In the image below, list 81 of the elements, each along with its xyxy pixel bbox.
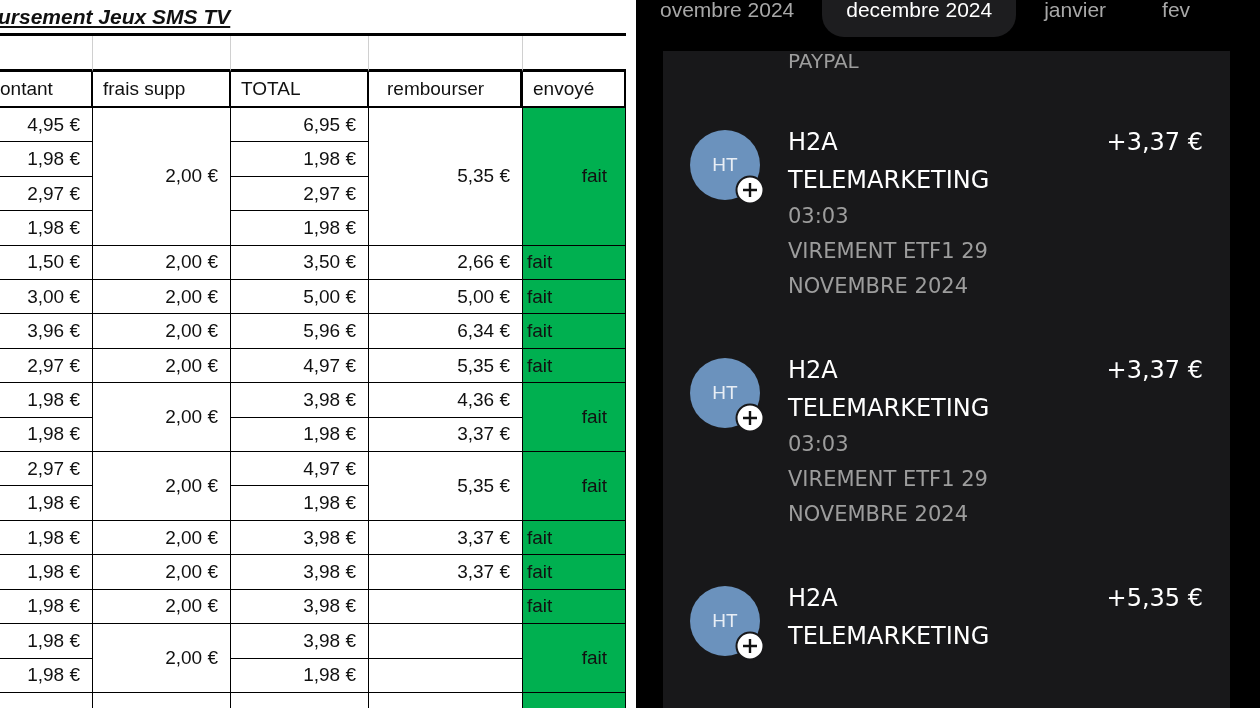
- month-tab[interactable]: ovembre 2024: [636, 0, 823, 37]
- table-cell: 1,98 €: [231, 211, 369, 246]
- plus-icon[interactable]: [735, 175, 765, 205]
- month-tab[interactable]: janvier: [1016, 0, 1135, 37]
- table-cell: 2,00 €: [93, 314, 231, 349]
- table-cell: 3,37 €: [369, 417, 523, 453]
- table-cell: 2,00 €: [93, 555, 231, 590]
- table-cell: 4,95 €: [0, 108, 93, 143]
- table-cell: fait: [523, 245, 626, 281]
- avatar: HT: [690, 586, 760, 656]
- table-cell: 1,98 €: [231, 658, 369, 693]
- table-cell: 1,98 €: [0, 589, 93, 625]
- avatar: HT: [690, 358, 760, 428]
- table-cell: 5,96 €: [231, 314, 369, 349]
- table-cell: 3,98 €: [231, 624, 369, 659]
- avatar: HT: [690, 130, 760, 200]
- table-cell: 1,98 €: [231, 142, 369, 177]
- table-cell: 2,00 €: [93, 383, 231, 453]
- transaction-time: 03:03: [788, 431, 850, 458]
- table-cell: 3,98 €: [231, 383, 369, 418]
- table-cell: fait: [523, 108, 626, 246]
- table-cell: 3,37 €: [369, 555, 523, 590]
- table-cell: 6,34 €: [369, 314, 523, 349]
- table-cell: 1,98 €: [0, 486, 93, 521]
- table-cell: 2,00 €: [93, 280, 231, 315]
- plus-icon[interactable]: [735, 403, 765, 433]
- table-cell: 2,00 €: [93, 245, 231, 281]
- transaction-description: VIREMENT ETF1 29 NOVEMBRE 2024: [788, 238, 989, 300]
- table-cell: 1,98 €: [0, 520, 93, 556]
- table-cell: 1,98 €: [0, 555, 93, 590]
- table-cell: 2,97 €: [0, 348, 93, 384]
- table-cell: fait: [523, 624, 626, 693]
- table-cell: 5,35 €: [369, 452, 523, 521]
- table-cell: 2,00 €: [93, 108, 231, 246]
- table-cell: fait: [523, 383, 626, 453]
- month-tab[interactable]: fev: [1134, 0, 1219, 37]
- table-cell: 2,97 €: [0, 452, 93, 487]
- table-cell: 3,37 €: [369, 520, 523, 556]
- table-cell: 1,98 €: [0, 658, 93, 693]
- table-cell: 5,35 €: [369, 108, 523, 246]
- table-cell: 1,98 €: [0, 383, 93, 418]
- table-cell: fait: [523, 589, 626, 625]
- table-cell: 5,00 €: [369, 280, 523, 315]
- table-cell: 3,98 €: [231, 589, 369, 625]
- table-cell: 2,66 €: [369, 245, 523, 281]
- transaction-description: PAYPAL: [787, 51, 860, 71]
- table-cell: 2,00 €: [93, 348, 231, 384]
- table-cell: 2,00 €: [93, 624, 231, 693]
- table-cell: 3,98 €: [231, 520, 369, 556]
- table-cell: 3,00 €: [0, 280, 93, 315]
- transaction-time: 03:03: [788, 203, 850, 230]
- table-cell: 1,98 €: [0, 624, 93, 659]
- table-cell: fait: [523, 555, 626, 590]
- table-cell: 1,98 €: [231, 486, 369, 521]
- table-cell: fait: [523, 452, 626, 521]
- table-cell: 5,00 €: [231, 280, 369, 315]
- table-cell: 2,97 €: [231, 176, 369, 212]
- transaction-description: VIREMENT ETF1 29 NOVEMBRE 2024: [788, 466, 989, 528]
- table-cell: 2,00 €: [93, 589, 231, 625]
- table-cell: 4,36 €: [369, 383, 523, 418]
- table-cell: 3,96 €: [0, 314, 93, 349]
- table-cell: 1,50 €: [0, 245, 93, 281]
- table-cell: 1,98 €: [0, 142, 93, 177]
- table-cell: 1,98 €: [0, 417, 93, 453]
- table-cell: 6,95 €: [231, 108, 369, 143]
- table-cell: 1,98 €: [231, 417, 369, 453]
- table-cell: 5,35 €: [369, 348, 523, 384]
- table-cell: 4,97 €: [231, 348, 369, 384]
- table-cell: fait: [523, 314, 626, 349]
- table-cell: 2,00 €: [93, 452, 231, 521]
- plus-icon[interactable]: [735, 631, 765, 661]
- table-cell: 3,50 €: [231, 245, 369, 281]
- table-cell: 1,98 €: [0, 211, 93, 246]
- table-cell: fait: [523, 280, 626, 315]
- table-cell: fait: [523, 520, 626, 556]
- table-cell: fait: [523, 348, 626, 384]
- month-tab[interactable]: decembre 2024: [822, 0, 1017, 37]
- table-cell: 2,97 €: [0, 176, 93, 212]
- table-cell: 2,00 €: [93, 520, 231, 556]
- table-cell: 3,98 €: [231, 555, 369, 590]
- table-cell: 4,97 €: [231, 452, 369, 487]
